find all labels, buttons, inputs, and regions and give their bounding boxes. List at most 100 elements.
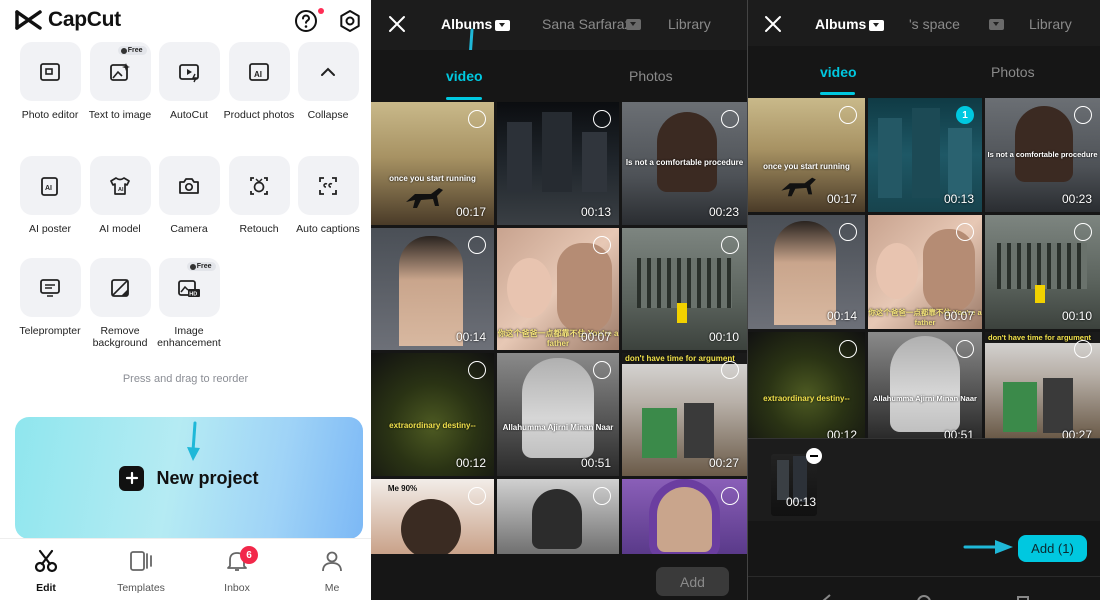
help-icon[interactable]: [294, 9, 318, 33]
nav-templates[interactable]: Templates: [106, 549, 176, 594]
child-shape: [1003, 382, 1037, 432]
pointer-arrow-icon: [187, 421, 200, 461]
person-shape: [532, 489, 582, 549]
media-thumb[interactable]: Is not a comfortable procedure 00:23: [985, 98, 1100, 212]
tool-autocut[interactable]: AutoCut: [158, 42, 220, 121]
media-thumb[interactable]: Allahumma Ajirni Minan Naar 00:51: [497, 353, 619, 476]
settings-icon[interactable]: [338, 9, 362, 33]
select-circle[interactable]: [1074, 340, 1092, 358]
tool-label: Text to image: [88, 109, 152, 121]
tool-retouch[interactable]: Retouch: [228, 156, 290, 235]
media-thumb[interactable]: Is not a comfortable procedure 00:23: [622, 102, 747, 225]
select-circle[interactable]: [1074, 106, 1092, 124]
media-thumb[interactable]: 00:14: [748, 215, 865, 329]
tool-teleprompter[interactable]: Teleprompter: [19, 258, 81, 337]
select-circle[interactable]: [468, 236, 486, 254]
media-thumb[interactable]: Me 90%: [371, 479, 494, 554]
add-button-disabled[interactable]: Add: [656, 567, 729, 596]
tool-ai-poster[interactable]: AI AI poster: [19, 156, 81, 235]
media-thumb[interactable]: extraordinary destiny-- 00:12: [748, 332, 865, 438]
new-project-button[interactable]: New project: [15, 417, 363, 539]
select-circle[interactable]: [721, 361, 739, 379]
hd-image-icon: HD: [178, 279, 200, 297]
back-icon[interactable]: [820, 593, 832, 600]
subtab-photos[interactable]: Photos: [991, 64, 1035, 80]
subtab-video[interactable]: video: [820, 64, 857, 80]
media-thumb-selected[interactable]: 1 00:13: [868, 98, 982, 212]
select-circle[interactable]: [839, 340, 857, 358]
media-thumb[interactable]: 00:10: [985, 215, 1100, 329]
tab-library[interactable]: Library: [1029, 16, 1072, 32]
thumb-duration: 00:17: [826, 192, 857, 206]
media-thumb[interactable]: 00:10: [622, 228, 747, 350]
tool-collapse[interactable]: Collapse: [297, 42, 359, 121]
tool-photo-editor[interactable]: Photo editor: [19, 42, 81, 121]
select-circle[interactable]: [468, 361, 486, 379]
select-circle[interactable]: [839, 106, 857, 124]
tool-autocut-box: [158, 42, 220, 101]
tool-label: Image enhancement: [157, 325, 221, 349]
select-circle[interactable]: [468, 110, 486, 128]
tool-auto-captions[interactable]: Auto captions: [296, 156, 360, 235]
child-shape: [1035, 285, 1045, 303]
home-icon[interactable]: [916, 593, 932, 600]
tool-ai-model[interactable]: AI AI model: [89, 156, 151, 235]
tab-library[interactable]: Library: [668, 16, 711, 32]
media-thumb[interactable]: [497, 479, 619, 554]
thumb-caption: extraordinary destiny--: [763, 394, 850, 403]
bicycles-shape: [997, 243, 1087, 289]
media-thumb[interactable]: extraordinary destiny-- 00:12: [371, 353, 494, 476]
tool-image-enhancement[interactable]: Free HD Image enhancement: [157, 258, 221, 349]
nav-inbox[interactable]: 6 Inbox: [202, 546, 272, 594]
tool-remove-background[interactable]: Remove background: [89, 258, 151, 349]
select-circle[interactable]: [721, 110, 739, 128]
thumb-caption: Is not a comfortable procedure: [987, 150, 1098, 159]
photo-editor-icon: [40, 62, 60, 81]
thumb-duration: 00:10: [708, 330, 739, 344]
close-icon[interactable]: [762, 13, 784, 35]
select-circle[interactable]: [593, 487, 611, 505]
tool-camera[interactable]: Camera: [158, 156, 220, 235]
select-circle[interactable]: [593, 361, 611, 379]
select-circle[interactable]: [721, 487, 739, 505]
subtab-video[interactable]: video: [446, 68, 483, 84]
tool-product-photos[interactable]: AI Product photos: [224, 42, 294, 121]
select-circle[interactable]: [956, 223, 974, 241]
media-thumb[interactable]: 00:14: [371, 228, 494, 350]
media-thumb[interactable]: once you start running 00:17: [748, 98, 865, 212]
close-icon[interactable]: [386, 13, 408, 35]
thumb-duration: 00:51: [943, 428, 974, 438]
building-shape: [878, 118, 902, 198]
subtab-photos[interactable]: Photos: [629, 68, 673, 84]
recents-icon[interactable]: [1016, 593, 1030, 600]
select-circle[interactable]: [721, 236, 739, 254]
active-tab-indicator: [820, 92, 855, 95]
media-thumb[interactable]: 你这个爸爸一点都靠不住 You're a father 00:07: [497, 228, 619, 350]
nav-me[interactable]: Me: [297, 549, 367, 594]
selected-index-badge[interactable]: 1: [956, 106, 974, 124]
tool-text-to-image[interactable]: Free Text to image: [89, 42, 151, 121]
tool-auto-captions-box: [297, 156, 359, 215]
media-thumb[interactable]: 00:13: [497, 102, 619, 225]
templates-icon: [130, 551, 152, 571]
media-thumb[interactable]: don't have time for argument 00:27: [622, 353, 747, 476]
tab-space[interactable]: 's space: [909, 16, 960, 32]
media-thumb[interactable]: don't have time for argument 00:27: [985, 332, 1100, 438]
remove-selected-button[interactable]: [806, 448, 822, 464]
media-thumb[interactable]: Allahumma Ajirni Minan Naar 00:51: [868, 332, 982, 438]
select-circle[interactable]: [839, 223, 857, 241]
media-thumb[interactable]: once you start running 00:17: [371, 102, 494, 225]
select-circle[interactable]: [1074, 223, 1092, 241]
active-tab-indicator: [446, 97, 482, 100]
media-thumb[interactable]: [622, 479, 747, 554]
media-thumb[interactable]: 你这个爸爸一点都靠不住 You're a father 00:07: [868, 215, 982, 329]
tab-albums[interactable]: Albums: [815, 16, 885, 32]
nav-label: Inbox: [224, 582, 250, 594]
add-selected-button[interactable]: Add (1): [1018, 535, 1087, 562]
select-circle[interactable]: [593, 236, 611, 254]
nav-edit[interactable]: Edit: [11, 549, 81, 594]
select-circle[interactable]: [468, 487, 486, 505]
tab-sana-sarfaraz[interactable]: Sana Sarfaraz: [542, 16, 639, 32]
select-circle[interactable]: [593, 110, 611, 128]
select-circle[interactable]: [956, 340, 974, 358]
